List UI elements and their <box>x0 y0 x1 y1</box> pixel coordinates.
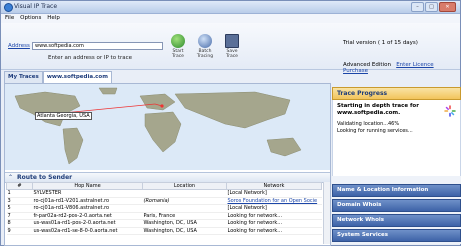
hop-number: 3 <box>6 197 33 205</box>
table-row[interactable]: 3 ro-cj01a-rd1-V201.astralnet.ro (Romani… <box>6 197 322 205</box>
address-label[interactable]: Address <box>8 43 30 49</box>
hop-number: 1 <box>6 189 33 198</box>
purchase-link[interactable]: Purchase <box>343 68 368 74</box>
table-row[interactable]: 8 us-was01a-rd1-pos-2-0.aorta.net Washin… <box>6 219 322 228</box>
hop-network: Looking for network... <box>226 227 322 235</box>
route-title: Route to Sender <box>17 174 73 181</box>
route-table-header: # Hop Name Location Network <box>6 182 322 190</box>
title-bar: Visual IP Trace – □ ✕ <box>1 1 460 14</box>
map-marker-label: Atlanta Georgia, USA <box>35 112 92 120</box>
column-header[interactable]: Hop Name <box>32 182 143 190</box>
column-header[interactable]: Network <box>226 182 322 190</box>
table-row[interactable]: 5 ro-cj01a-rd1-V806.astralnet.ro [Local … <box>6 204 322 213</box>
hop-network: [Local Network] <box>226 204 322 213</box>
panel-domain-whois[interactable]: Domain Whois <box>332 199 461 212</box>
table-row[interactable]: 1 SYLVESTER [Local Network] <box>6 189 322 198</box>
column-header[interactable]: # <box>6 182 33 190</box>
hop-network: [Local Network] <box>226 189 322 198</box>
hop-name: fr-par02a-rd2-pos-2-0.aorta.net <box>32 212 143 220</box>
maximize-button[interactable]: □ <box>425 2 438 12</box>
spinner-icon <box>444 105 456 117</box>
floppy-disk-icon <box>225 34 239 48</box>
progress-validating: Validating location...46% <box>337 121 400 127</box>
trial-status: Trial version ( 1 of 15 days) <box>343 40 418 46</box>
panel-network-whois[interactable]: Network Whois <box>332 214 461 227</box>
trace-progress-header[interactable]: Trace Progress <box>332 87 461 100</box>
save-trace-label: Save Trace <box>226 49 238 59</box>
hop-location: Washington, DC, USA <box>142 219 227 228</box>
toolbar: Address Enter an address or IP to trace … <box>1 23 460 74</box>
app-icon <box>4 3 13 12</box>
window-controls: – □ ✕ <box>410 2 456 12</box>
route-scrollbar[interactable] <box>323 182 330 244</box>
enter-licence-link[interactable]: Enter Licence <box>396 62 433 68</box>
edition-line: Advanced Edition Enter Licence Purchase <box>343 62 460 74</box>
column-header[interactable]: Location <box>142 182 227 190</box>
hop-location <box>142 204 227 213</box>
progress-heading: Starting in depth trace for www.softpedi… <box>337 103 419 116</box>
hop-network-link[interactable]: Soros Foundation for an Open Socie <box>226 197 322 205</box>
table-row[interactable]: 9 us-was02a-rd1-se-8-0-0.aorta.net Washi… <box>6 227 322 235</box>
collapse-chevron-icon[interactable]: ⌃ <box>8 174 13 181</box>
world-map-graphic <box>14 87 302 165</box>
hop-name: us-was02a-rd1-se-8-0-0.aorta.net <box>32 227 143 235</box>
menu-help[interactable]: Help <box>47 14 60 23</box>
route-table: # Hop Name Location Network 1 SYLVESTER … <box>6 182 322 235</box>
hop-name: ro-cj01a-rd1-V201.astralnet.ro <box>32 197 143 205</box>
hop-location: (Romania) <box>142 197 227 205</box>
hop-name: SYLVESTER <box>32 189 143 198</box>
table-row[interactable]: 7 fr-par02a-rd2-pos-2-0.aorta.net Paris,… <box>6 212 322 220</box>
trace-content: Atlanta Georgia, USA ⌃ Route to Sender #… <box>4 83 331 246</box>
hop-location: Paris, France <box>142 212 227 220</box>
menu-file[interactable]: File <box>5 14 14 23</box>
save-trace-button[interactable]: Save Trace <box>219 34 245 59</box>
batch-tracing-button[interactable]: Batch Tracing <box>192 34 218 59</box>
hop-location: Washington, DC, USA <box>142 227 227 235</box>
app-window: Visual IP Trace – □ ✕ File Options Help Ad… <box>0 0 461 246</box>
hop-number: 7 <box>6 212 33 220</box>
address-input[interactable] <box>32 42 163 50</box>
hop-name: ro-cj01a-rd1-V806.astralnet.ro <box>32 204 143 213</box>
hop-network: Looking for network... <box>226 219 322 228</box>
hop-location <box>142 189 227 198</box>
hop-number: 8 <box>6 219 33 228</box>
world-map[interactable]: Atlanta Georgia, USA <box>5 84 330 170</box>
hop-number: 5 <box>6 204 33 213</box>
minimize-button[interactable]: – <box>411 2 424 12</box>
tab-softpedia[interactable]: www.softpedia.com <box>42 71 112 83</box>
hop-network: Looking for network... <box>226 212 322 220</box>
batch-tracing-label: Batch Tracing <box>196 49 214 59</box>
trace-progress-body: Starting in depth trace for www.softpedi… <box>332 100 461 176</box>
menu-options[interactable]: Options <box>20 14 41 23</box>
side-panel: Trace Progress Starting in depth trace f… <box>332 87 461 244</box>
hop-name: us-was01a-rd1-pos-2-0.aorta.net <box>32 219 143 228</box>
address-hint: Enter an address or IP to trace <box>48 55 132 61</box>
panel-system-services[interactable]: System Services <box>332 229 461 242</box>
tab-my-traces[interactable]: My Traces <box>4 71 43 83</box>
panel-name-location[interactable]: Name & Location Information <box>332 184 461 197</box>
hop-number: 9 <box>6 227 33 235</box>
window-title: Visual IP Trace <box>14 3 58 10</box>
trace-tabs: My Traces www.softpedia.com <box>4 71 112 83</box>
menu-bar: File Options Help <box>1 14 460 23</box>
progress-looking: Looking for running services... <box>337 128 413 134</box>
start-trace-label: Start Trace <box>172 49 184 59</box>
batch-icon <box>198 34 212 48</box>
close-button[interactable]: ✕ <box>439 2 456 12</box>
start-trace-button[interactable]: Start Trace <box>165 34 191 59</box>
globe-icon <box>171 34 185 48</box>
